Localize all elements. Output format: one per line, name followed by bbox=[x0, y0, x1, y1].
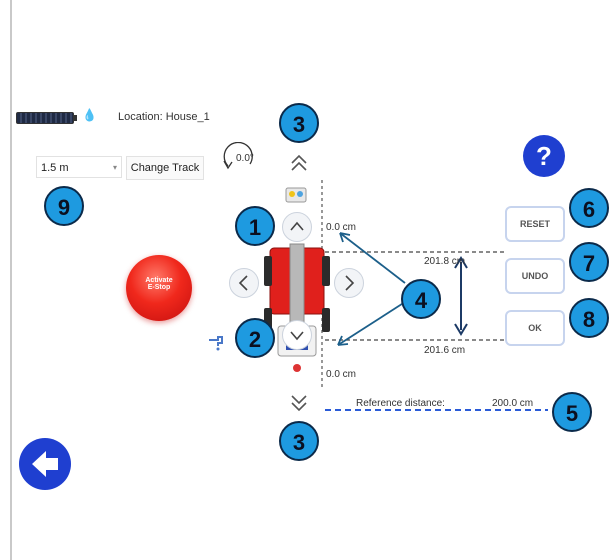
faucet-icon[interactable] bbox=[206, 332, 226, 357]
callout-2: 2 bbox=[235, 318, 275, 358]
move-right-button[interactable] bbox=[334, 268, 364, 298]
callout-3-bottom: 3 bbox=[279, 421, 319, 461]
upper-distance-label: 201.8 cm bbox=[424, 256, 466, 267]
move-up-button[interactable] bbox=[282, 212, 312, 242]
callout-9: 9 bbox=[44, 186, 84, 226]
callout-1: 1 bbox=[235, 206, 275, 246]
callout-4: 4 bbox=[401, 279, 441, 319]
move-down-button[interactable] bbox=[282, 320, 312, 350]
callout-8: 8 bbox=[569, 298, 609, 338]
fast-forward-button[interactable] bbox=[284, 148, 314, 178]
callout-5: 5 bbox=[552, 392, 592, 432]
reference-distance-label: Reference distance: bbox=[356, 398, 445, 409]
reference-distance-value: 200.0 cm bbox=[492, 398, 534, 409]
fast-backward-button[interactable] bbox=[284, 388, 314, 418]
chevron-right-icon bbox=[345, 275, 355, 291]
double-chevron-up-icon bbox=[291, 154, 307, 171]
lower-distance-label: 201.6 cm bbox=[424, 345, 466, 356]
chevron-left-icon bbox=[238, 275, 248, 291]
move-left-button[interactable] bbox=[229, 268, 259, 298]
chevron-up-icon bbox=[290, 221, 304, 231]
double-chevron-down-icon bbox=[291, 395, 307, 412]
callout-7: 7 bbox=[569, 242, 609, 282]
callout-3-top: 3 bbox=[279, 103, 319, 143]
chevron-down-icon bbox=[290, 331, 304, 341]
callout-6: 6 bbox=[569, 188, 609, 228]
